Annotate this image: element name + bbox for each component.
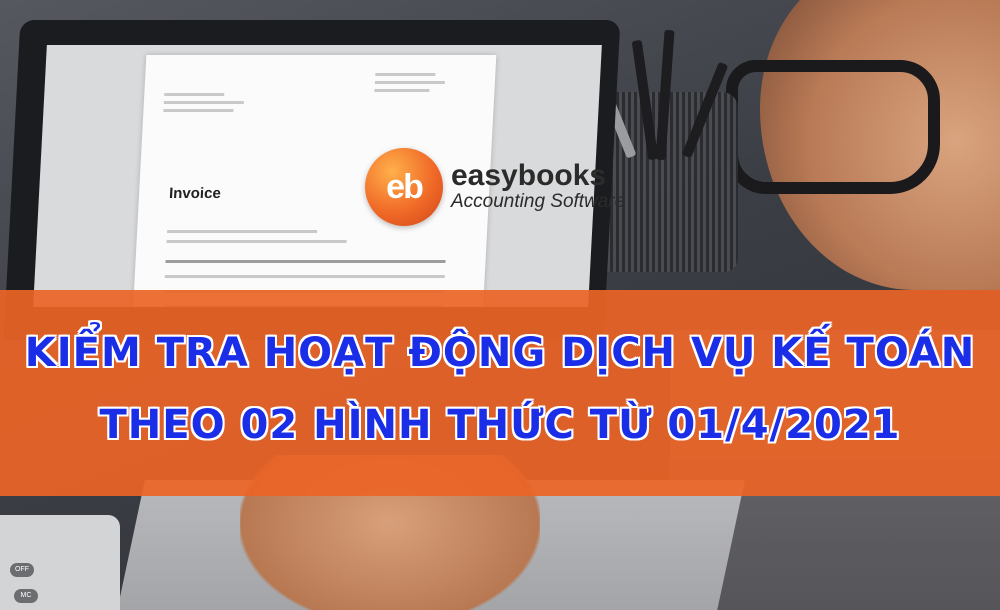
easybooks-logo: eb easybooks Accounting Software	[365, 148, 625, 226]
headline-banner	[0, 290, 1000, 496]
logo-name: easybooks	[451, 159, 607, 192]
calculator: OFF MC	[0, 515, 120, 610]
calculator-key: OFF	[10, 563, 34, 577]
headline-line-2: THEO 02 HÌNH THỨC TỪ 01/4/2021	[99, 402, 901, 448]
calculator-key: MC	[14, 589, 38, 603]
invoice-title: Invoice	[168, 185, 222, 202]
logo-mark: eb	[365, 148, 443, 226]
logo-tagline: Accounting Software	[451, 191, 626, 212]
headline-line-1: KIỂM TRA HOẠT ĐỘNG DỊCH VỤ KẾ TOÁN	[24, 330, 976, 376]
eyeglasses	[726, 60, 940, 194]
